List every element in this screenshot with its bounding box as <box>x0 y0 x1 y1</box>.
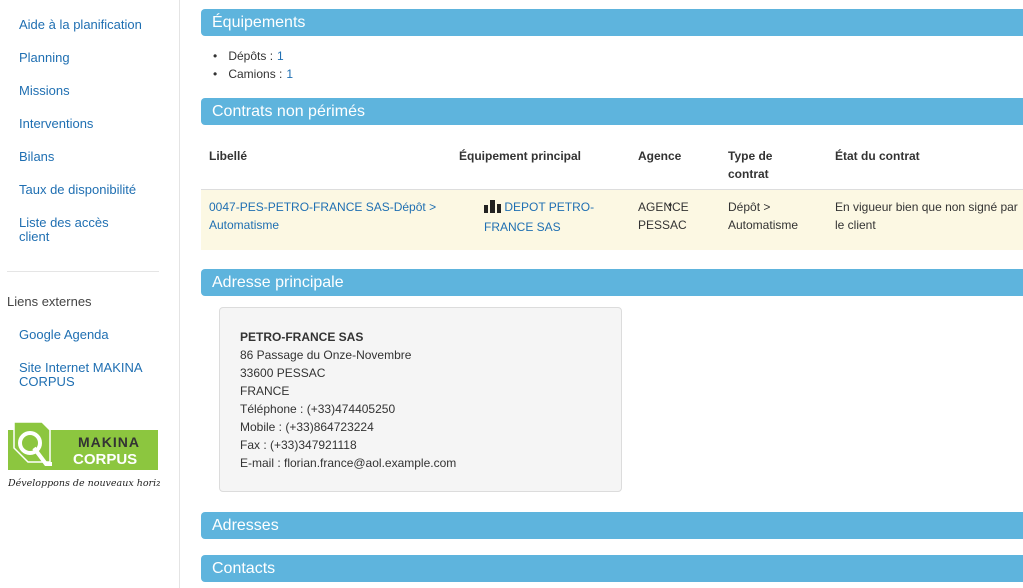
makina-corpus-logo-graphic: MAKINA CORPUS Développons de nouveaux ho… <box>7 421 178 489</box>
address-telephone: Téléphone : (+33)474405250 <box>240 402 396 416</box>
bar-chart-icon <box>484 200 501 218</box>
logo-word-corpus: CORPUS <box>73 451 137 468</box>
list-item: Dépôts :1 <box>213 47 293 65</box>
sidebar-item-taux-disponibilite[interactable]: Taux de disponibilité <box>19 183 159 197</box>
sidebar-item-interventions[interactable]: Interventions <box>19 117 159 131</box>
address-mobile: Mobile : (+33)864723224 <box>240 420 374 434</box>
sidebar-item-planning[interactable]: Planning <box>19 51 159 65</box>
column-header-etat: État du contrat <box>835 149 920 163</box>
address-country: FRANCE <box>240 384 290 398</box>
external-link-google-agenda[interactable]: Google Agenda <box>19 328 159 342</box>
address-fax: Fax : (+33)347921118 <box>240 438 357 452</box>
contract-type-cell: Dépôt > Automatisme <box>728 200 799 232</box>
address-company-name: PETRO-FRANCE SAS <box>240 330 364 344</box>
sidebar-item-missions[interactable]: Missions <box>19 84 159 98</box>
list-item: Camions :1 <box>213 65 293 83</box>
contract-agence-cell: AGENCE PESSAC <box>638 200 689 232</box>
address-email: E-mail : florian.france@aol.example.com <box>240 456 457 470</box>
section-header-contacts[interactable]: Contacts <box>201 555 1023 582</box>
column-header-equipement: Équipement principal <box>459 149 582 163</box>
contract-equipement-cell: DEPOT PETRO-FRANCE SAS <box>484 198 614 236</box>
equipment-label-camions: Camions : <box>228 67 283 81</box>
sidebar-item-bilans[interactable]: Bilans <box>19 150 159 164</box>
logo-word-makina: MAKINA <box>78 434 140 450</box>
equipment-count-camions-link[interactable]: 1 <box>286 67 293 81</box>
equipment-count-depots-link[interactable]: 1 <box>277 49 284 63</box>
sidebar: Aide à la planification Planning Mission… <box>0 0 180 588</box>
sidebar-item-aide-planification[interactable]: Aide à la planification <box>19 18 159 32</box>
column-header-libelle: Libellé <box>209 149 248 163</box>
contract-etat-cell: En vigueur bien que non signé par le cli… <box>835 200 1018 232</box>
contract-libelle-link[interactable]: 0047-PES-PETRO-FRANCE SAS-Dépôt > Automa… <box>209 200 436 232</box>
section-header-contrats[interactable]: Contrats non périmés <box>201 98 1023 125</box>
logo-tagline: Développons de nouveaux horizons <box>8 478 160 489</box>
contract-libelle-cell: 0047-PES-PETRO-FRANCE SAS-Dépôt > Automa… <box>209 198 449 234</box>
sidebar-divider <box>7 271 159 272</box>
address-card: PETRO-FRANCE SAS 86 Passage du Onze-Nove… <box>219 307 622 492</box>
external-link-makina-corpus[interactable]: Site Internet MAKINA CORPUS <box>19 361 154 389</box>
section-header-adresses[interactable]: Adresses <box>201 512 1023 539</box>
equipment-list: Dépôts :1 Camions :1 <box>213 47 293 83</box>
sidebar-item-acces-client[interactable]: Liste des accès client <box>19 216 129 244</box>
main-content: Équipements Dépôts :1 Camions :1 Contrat… <box>201 0 1023 588</box>
address-street: 86 Passage du Onze-Novembre <box>240 348 412 362</box>
section-header-equipements[interactable]: Équipements <box>201 9 1023 36</box>
column-header-type: Type de contrat <box>728 149 773 181</box>
address-city: 33600 PESSAC <box>240 366 326 380</box>
section-header-adresse-principale[interactable]: Adresse principale <box>201 269 1023 296</box>
makina-corpus-logo[interactable]: MAKINA CORPUS Développons de nouveaux ho… <box>7 418 178 492</box>
equipment-label-depots: Dépôts : <box>228 49 274 63</box>
column-header-agence: Agence <box>638 149 682 163</box>
external-links-header: Liens externes <box>7 294 92 309</box>
